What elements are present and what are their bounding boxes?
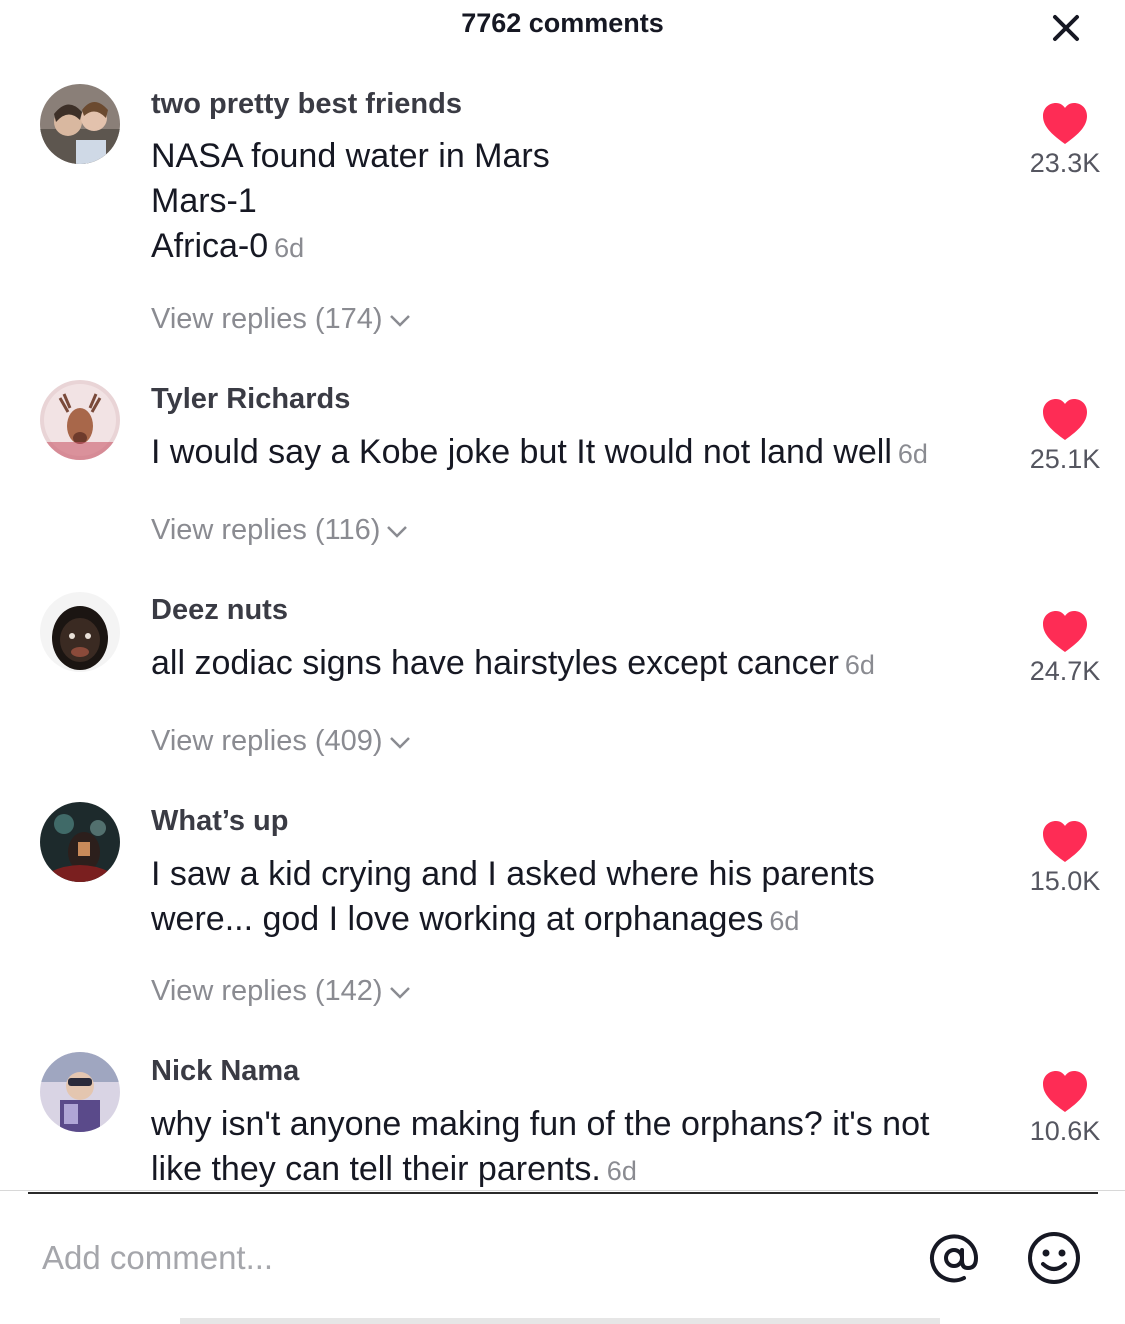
comment-username[interactable]: two pretty best friends [151,88,462,121]
comment-line: all zodiac signs have hairstyles except … [151,641,875,688]
comment-line: I would say a Kobe joke but It would not… [151,430,928,477]
heart-icon [1043,399,1087,440]
view-replies-label: View replies (116) [151,514,381,546]
comment-timestamp: 6d [844,650,875,680]
heart-icon [1043,611,1087,652]
heart-icon [1043,103,1087,144]
comment-line: like they can tell their parents. 6d [151,1147,929,1194]
input-divider [28,1192,1098,1194]
comment-line-text: like they can tell their parents. [151,1150,601,1188]
comment-line: I saw a kid crying and I asked where his… [151,855,875,893]
like-button[interactable]: 24.7K [1010,610,1120,687]
comment-timestamp: 6d [769,906,800,936]
view-replies-button[interactable]: View replies (116) [151,514,410,547]
chevron-down-icon [387,526,408,539]
chevron-down-icon [389,987,410,1000]
like-count: 23.3K [1029,148,1101,178]
like-count: 24.7K [1029,656,1101,686]
like-count: 10.6K [1029,1116,1101,1146]
heart-icon [1043,1071,1087,1112]
view-replies-button[interactable]: View replies (142) [151,975,413,1008]
avatar[interactable] [40,380,120,460]
view-replies-button[interactable]: View replies (409) [151,725,413,758]
comment-line: why isn't anyone making fun of the orpha… [151,1105,930,1143]
view-replies-label: View replies (174) [151,303,383,335]
comment-text: I would say a Kobe joke but It would not… [151,430,928,477]
comment-text: all zodiac signs have hairstyles except … [151,641,875,688]
comment-line-text: I would say a Kobe joke but It would not… [151,433,892,471]
comment-line: Mars-1 [151,182,257,220]
add-comment-input[interactable] [40,1232,864,1284]
comment-line: Africa-0 6d [151,224,550,271]
divider [0,1190,1125,1191]
view-replies-label: View replies (409) [151,725,383,757]
at-sign-icon [930,1234,979,1283]
comment-line: NASA found water in Mars [151,137,550,175]
comment-line-text: all zodiac signs have hairstyles except … [151,644,839,682]
like-count: 25.1K [1029,444,1101,474]
view-replies-button[interactable]: View replies (174) [151,303,413,336]
comment-timestamp: 6d [897,439,928,469]
like-count: 15.0K [1029,866,1101,896]
emoji-button[interactable] [1024,1228,1084,1288]
comment-line-text: were... god I love working at orphanages [151,900,764,938]
avatar[interactable] [40,84,120,164]
view-replies-label: View replies (142) [151,975,383,1007]
avatar[interactable] [40,802,120,882]
comment-count-title: 7762 comments [461,8,664,38]
comment-line-text: Africa-0 [151,227,269,265]
chevron-down-icon [389,315,410,328]
home-indicator [180,1318,940,1324]
comments-header: 7762 comments [0,0,1125,52]
comment-timestamp: 6d [606,1156,637,1186]
avatar[interactable] [40,1052,120,1132]
comment-username[interactable]: Nick Nama [151,1055,299,1088]
comment-username[interactable]: Deez nuts [151,594,288,627]
heart-icon [1043,821,1087,862]
comment-text: I saw a kid crying and I asked where his… [151,852,875,944]
comment-text: NASA found water in Mars Mars-1 Africa-0… [151,134,550,271]
chevron-down-icon [389,737,410,750]
mention-button[interactable] [924,1228,984,1288]
like-button[interactable]: 15.0K [1010,820,1120,897]
like-button[interactable]: 23.3K [1010,102,1120,179]
comment-timestamp: 6d [274,233,305,263]
comment-input-bar [0,1196,1125,1324]
close-icon [1053,15,1079,41]
smiley-icon [1028,1232,1080,1284]
comment-line: were... god I love working at orphanages… [151,897,875,944]
avatar[interactable] [40,592,120,672]
like-button[interactable]: 10.6K [1010,1070,1120,1147]
comment-username[interactable]: What’s up [151,805,288,838]
close-button[interactable] [1046,8,1086,48]
comment-text: why isn't anyone making fun of the orpha… [151,1102,929,1194]
like-button[interactable]: 25.1K [1010,398,1120,475]
comment-username[interactable]: Tyler Richards [151,383,350,416]
